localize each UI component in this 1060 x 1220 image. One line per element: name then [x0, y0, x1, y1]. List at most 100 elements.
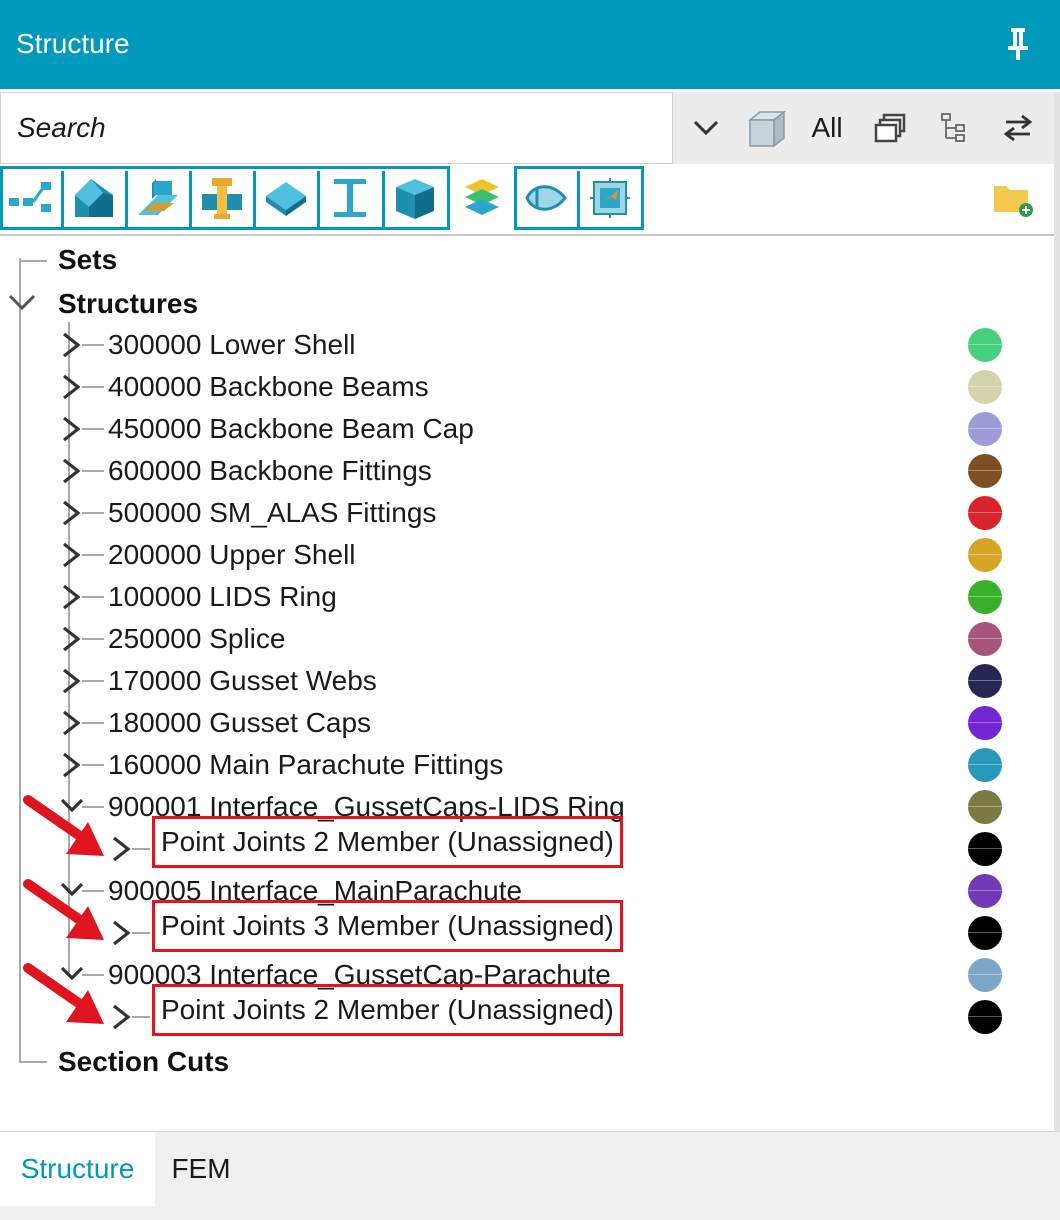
toolbar-separator	[125, 171, 128, 227]
tree-group-structures[interactable]: Structures	[58, 286, 198, 322]
color-swatch[interactable]	[968, 1000, 1002, 1034]
filter-beams-button[interactable]	[130, 170, 186, 226]
point-joints-label: Point Joints 2 Member (Unassigned)	[161, 994, 614, 1025]
chevron-right-icon[interactable]	[110, 836, 134, 862]
tree-node-structure[interactable]: 300000 Lower Shell	[60, 324, 1050, 366]
chevron-right-icon[interactable]	[60, 500, 84, 526]
color-swatch[interactable]	[968, 412, 1002, 446]
toolbar-separator	[577, 171, 580, 227]
tree-node-structure[interactable]: 100000 LIDS Ring	[60, 576, 1050, 618]
highlight-box: Point Joints 2 Member (Unassigned)	[152, 984, 623, 1036]
chevron-right-icon[interactable]	[60, 584, 84, 610]
color-swatch[interactable]	[968, 748, 1002, 782]
structure-label: 100000 LIDS Ring	[108, 581, 337, 612]
tree-node-point-joints[interactable]: Point Joints 2 Member (Unassigned)	[110, 984, 1050, 1038]
windows-button[interactable]	[868, 92, 912, 164]
bolt-frame-button[interactable]	[582, 170, 638, 226]
search-dropdown-button[interactable]	[684, 92, 728, 164]
color-swatch[interactable]	[968, 916, 1002, 950]
filter-shells-button[interactable]	[66, 170, 122, 226]
panel-edge	[1054, 92, 1060, 1132]
chevron-right-icon[interactable]	[60, 542, 84, 568]
rivet-button[interactable]	[518, 170, 574, 226]
hierarchy-icon	[941, 113, 965, 142]
point-joints-label: Point Joints 2 Member (Unassigned)	[161, 826, 614, 857]
color-swatch[interactable]	[968, 580, 1002, 614]
add-folder-icon	[994, 186, 1033, 217]
color-swatch[interactable]	[968, 832, 1002, 866]
panel-title: Structure	[16, 28, 130, 59]
tab-structure[interactable]: Structure	[0, 1132, 155, 1206]
pin-button[interactable]	[1000, 24, 1036, 64]
tree-node-structure[interactable]: 400000 Backbone Beams	[60, 366, 1050, 408]
color-swatch[interactable]	[968, 370, 1002, 404]
chevron-right-icon[interactable]	[110, 1004, 134, 1030]
hierarchy-button[interactable]	[932, 92, 976, 164]
view-3d-button[interactable]	[742, 92, 790, 164]
color-swatch[interactable]	[968, 496, 1002, 530]
tree-guide	[82, 428, 104, 430]
layers-icon	[465, 179, 499, 215]
filter-lines-button[interactable]	[3, 170, 59, 226]
fastener-icon	[202, 178, 242, 219]
tree-node-structure[interactable]: 500000 SM_ALAS Fittings	[60, 492, 1050, 534]
structure-label: 600000 Backbone Fittings	[108, 455, 432, 486]
color-swatch[interactable]	[968, 454, 1002, 488]
filter-ibeams-button[interactable]	[322, 170, 378, 226]
color-swatch[interactable]	[968, 622, 1002, 656]
search-input[interactable]	[1, 93, 672, 163]
color-swatch[interactable]	[968, 790, 1002, 824]
color-swatch[interactable]	[968, 706, 1002, 740]
tree-guide	[82, 764, 104, 766]
chevron-right-icon[interactable]	[60, 332, 84, 358]
tree-node-point-joints[interactable]: Point Joints 2 Member (Unassigned)	[110, 816, 1050, 870]
chevron-right-icon[interactable]	[60, 626, 84, 652]
tree-node-structure[interactable]: 250000 Splice	[60, 618, 1050, 660]
tree-guide	[82, 386, 104, 388]
chevron-right-icon[interactable]	[60, 710, 84, 736]
cube-icon	[747, 110, 786, 148]
beam-icon	[138, 179, 178, 215]
filter-fasteners-button[interactable]	[194, 170, 250, 226]
tree-node-structure[interactable]: 170000 Gusset Webs	[60, 660, 1050, 702]
tree-guide	[19, 260, 47, 262]
copy-windows-icon	[874, 113, 906, 143]
tree-node-structure[interactable]: 200000 Upper Shell	[60, 534, 1050, 576]
filter-plates-button[interactable]	[258, 170, 314, 226]
filter-all-button[interactable]: All	[804, 92, 850, 164]
line-icon	[9, 182, 51, 212]
panel-header: Structure	[0, 0, 1060, 89]
color-swatch[interactable]	[968, 328, 1002, 362]
bottom-tab-bar: Structure FEM	[0, 1131, 1060, 1220]
tree-node-point-joints[interactable]: Point Joints 3 Member (Unassigned)	[110, 900, 1050, 954]
add-folder-button[interactable]	[984, 170, 1040, 226]
filter-all-label: All	[811, 112, 843, 143]
tab-fem[interactable]: FEM	[158, 1132, 244, 1206]
tree-node-structure[interactable]: 600000 Backbone Fittings	[60, 450, 1050, 492]
structure-label: 250000 Splice	[108, 623, 286, 654]
chevron-down-icon[interactable]	[8, 294, 36, 312]
color-swatch[interactable]	[968, 958, 1002, 992]
pin-icon	[1008, 28, 1028, 60]
chevron-right-icon[interactable]	[60, 374, 84, 400]
chevron-right-icon[interactable]	[60, 416, 84, 442]
annotation-arrow-icon	[23, 879, 104, 940]
tree-node-structure[interactable]: 450000 Backbone Beam Cap	[60, 408, 1050, 450]
chevron-right-icon[interactable]	[60, 668, 84, 694]
chevron-right-icon[interactable]	[60, 752, 84, 778]
structure-label: 160000 Main Parachute Fittings	[108, 749, 504, 780]
color-swatch[interactable]	[968, 538, 1002, 572]
layers-button[interactable]	[454, 170, 510, 226]
tree-node-structure[interactable]: 160000 Main Parachute Fittings	[60, 744, 1050, 786]
tree-group-section-cuts[interactable]: Section Cuts	[58, 1044, 229, 1080]
solid-icon	[396, 179, 434, 219]
chevron-right-icon[interactable]	[110, 920, 134, 946]
color-swatch[interactable]	[968, 874, 1002, 908]
swap-button[interactable]	[996, 92, 1040, 164]
tree-group-sets[interactable]: Sets	[58, 242, 117, 278]
chevron-right-icon[interactable]	[60, 458, 84, 484]
tree-guide	[19, 258, 21, 1062]
filter-solids-button[interactable]	[387, 170, 443, 226]
tree-node-structure[interactable]: 180000 Gusset Caps	[60, 702, 1050, 744]
color-swatch[interactable]	[968, 664, 1002, 698]
